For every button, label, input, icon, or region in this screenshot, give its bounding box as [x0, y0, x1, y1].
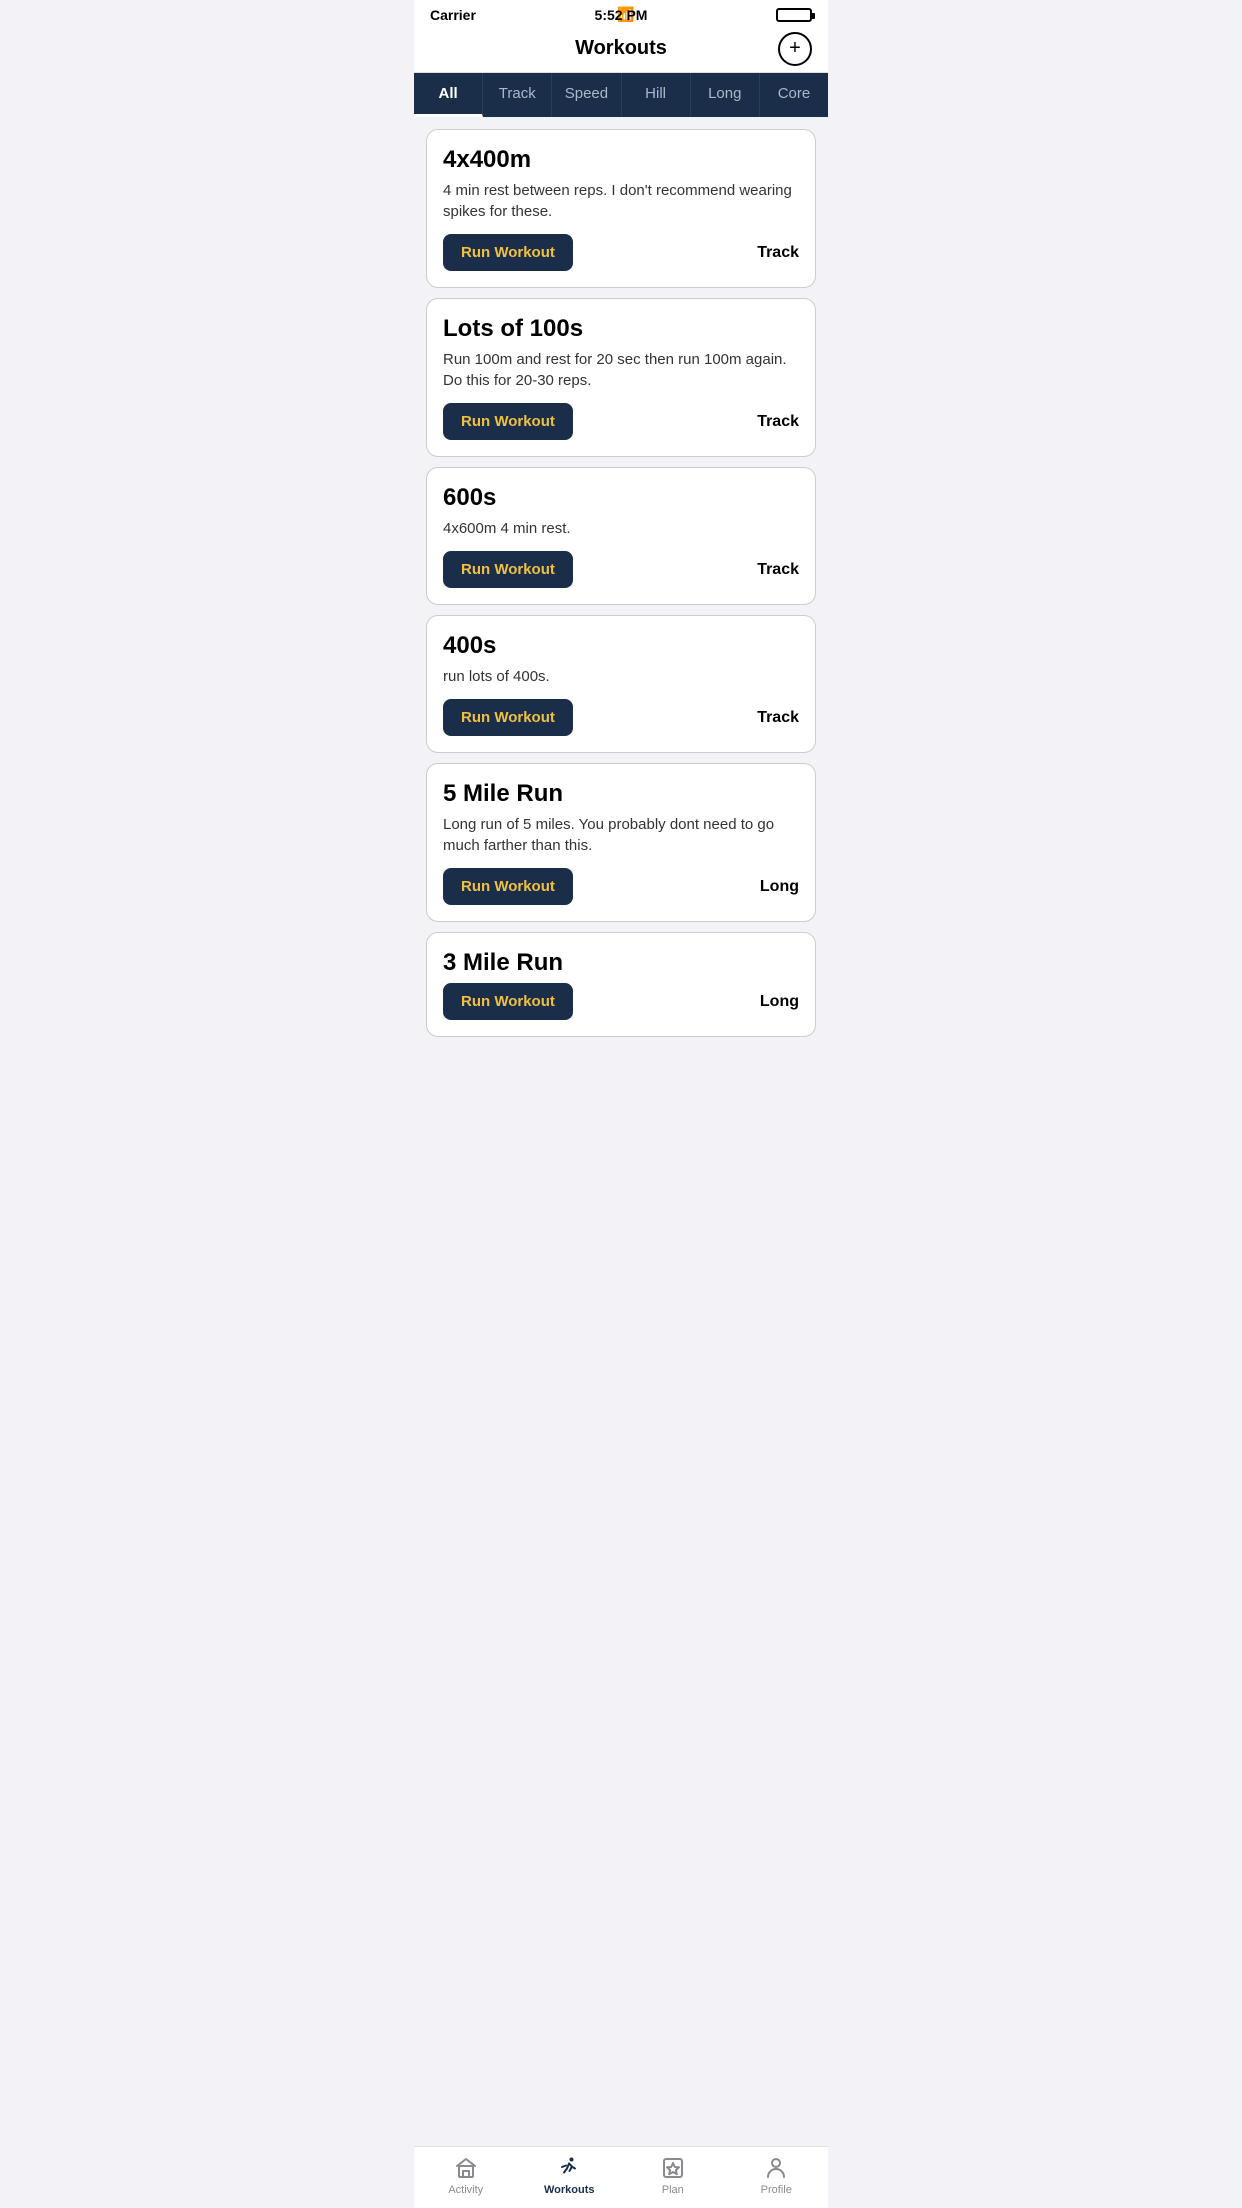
tab-bar: Activity Workouts Plan Profile — [414, 2146, 828, 2208]
workout-description: 4x600m 4 min rest. — [443, 518, 799, 539]
running-icon — [556, 2155, 582, 2181]
run-workout-button[interactable]: Run Workout — [443, 868, 573, 905]
workout-card-w1: 4x400m 4 min rest between reps. I don't r… — [426, 129, 816, 288]
workout-description: run lots of 400s. — [443, 666, 799, 687]
workout-category: Track — [757, 413, 799, 431]
run-workout-button[interactable]: Run Workout — [443, 403, 573, 440]
workout-footer: Run Workout Track — [443, 403, 799, 440]
add-workout-button[interactable]: + — [778, 32, 812, 66]
tab-workouts[interactable]: Workouts — [518, 2155, 622, 2196]
tab-label-activity: Activity — [448, 2184, 483, 2196]
filter-tabs: AllTrackSpeedHillLongCore — [414, 73, 828, 117]
workout-category: Long — [760, 878, 799, 896]
workout-category: Long — [760, 993, 799, 1011]
tab-label-profile: Profile — [761, 2184, 792, 2196]
person-icon — [763, 2155, 789, 2181]
filter-tab-speed[interactable]: Speed — [552, 73, 621, 117]
filter-tab-track[interactable]: Track — [483, 73, 552, 117]
tab-label-workouts: Workouts — [544, 2184, 595, 2196]
workout-card-w2: Lots of 100s Run 100m and rest for 20 sec… — [426, 298, 816, 457]
page-title: Workouts — [575, 37, 667, 60]
tab-profile[interactable]: Profile — [725, 2155, 829, 2196]
workout-description: 4 min rest between reps. I don't recomme… — [443, 180, 799, 222]
workout-list: 4x400m 4 min rest between reps. I don't r… — [414, 117, 828, 1127]
workout-footer: Run Workout Long — [443, 983, 799, 1020]
run-workout-button[interactable]: Run Workout — [443, 551, 573, 588]
workout-description: Long run of 5 miles. You probably dont n… — [443, 814, 799, 856]
workout-card-w4: 400s run lots of 400s. Run Workout Track — [426, 615, 816, 753]
battery-icon — [776, 8, 812, 22]
star-icon — [660, 2155, 686, 2181]
workout-footer: Run Workout Track — [443, 551, 799, 588]
filter-tab-long[interactable]: Long — [691, 73, 760, 117]
workout-footer: Run Workout Track — [443, 234, 799, 271]
workout-category: Track — [757, 244, 799, 262]
workout-title: 4x400m — [443, 146, 799, 174]
workout-footer: Run Workout Track — [443, 699, 799, 736]
run-workout-button[interactable]: Run Workout — [443, 699, 573, 736]
filter-tab-core[interactable]: Core — [760, 73, 828, 117]
workout-title: 3 Mile Run — [443, 949, 799, 977]
tab-activity[interactable]: Activity — [414, 2155, 518, 2196]
workout-category: Track — [757, 561, 799, 579]
run-workout-button[interactable]: Run Workout — [443, 234, 573, 271]
workout-card-w3: 600s 4x600m 4 min rest. Run Workout Track — [426, 467, 816, 605]
run-workout-button[interactable]: Run Workout — [443, 983, 573, 1020]
tab-label-plan: Plan — [662, 2184, 684, 2196]
workout-card-w5: 5 Mile Run Long run of 5 miles. You proba… — [426, 763, 816, 922]
workout-title: 5 Mile Run — [443, 780, 799, 808]
time-label: 5:52 PM — [595, 7, 648, 23]
workout-card-w6: 3 Mile Run Run Workout Long — [426, 932, 816, 1037]
workout-category: Track — [757, 709, 799, 727]
header: Workouts + — [414, 27, 828, 73]
home-icon — [453, 2155, 479, 2181]
tab-plan[interactable]: Plan — [621, 2155, 725, 2196]
workout-title: 600s — [443, 484, 799, 512]
workout-description: Run 100m and rest for 20 sec then run 10… — [443, 349, 799, 391]
workout-footer: Run Workout Long — [443, 868, 799, 905]
status-bar: Carrier 📶 5:52 PM — [414, 0, 828, 27]
carrier-label: Carrier — [430, 7, 476, 23]
workout-title: Lots of 100s — [443, 315, 799, 343]
filter-tab-hill[interactable]: Hill — [622, 73, 691, 117]
workout-title: 400s — [443, 632, 799, 660]
filter-tab-all[interactable]: All — [414, 73, 483, 117]
